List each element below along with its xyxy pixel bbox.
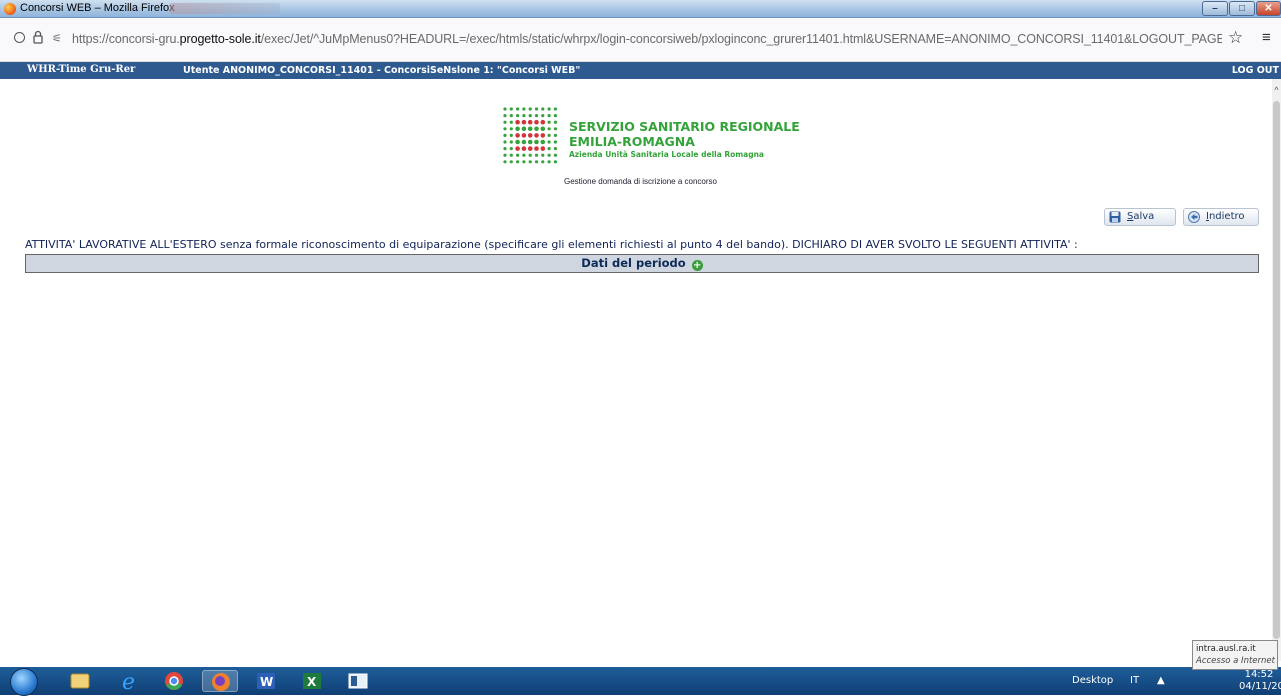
save-button[interactable]: Salva <box>1104 208 1176 226</box>
taskbar-excel-icon[interactable]: X <box>294 670 330 692</box>
start-button[interactable] <box>10 668 38 696</box>
logo-dots-icon <box>503 107 557 164</box>
scroll-up-icon[interactable]: ^ <box>1272 85 1281 95</box>
url-bar[interactable]: https://concorsi-gru.progetto-sole.it/ex… <box>72 32 1222 46</box>
ssr-logo: SERVIZIO SANITARIO REGIONALE EMILIA-ROMA… <box>496 101 800 169</box>
tooltip-line1: intra.ausl.ra.it <box>1196 644 1256 654</box>
logo-line3: Azienda Unità Sanitaria Locale della Rom… <box>569 150 764 159</box>
taskbar-window-icon[interactable] <box>340 670 376 692</box>
vertical-scrollbar[interactable]: ^ <box>1272 79 1281 661</box>
section-description: ATTIVITA' LAVORATIVE ALL'ESTERO senza fo… <box>25 238 1078 251</box>
logo-line2: EMILIA-ROMAGNA <box>569 134 695 149</box>
logo-line1: SERVIZIO SANITARIO REGIONALE <box>569 119 800 134</box>
back-button[interactable]: Indietro <box>1183 208 1259 226</box>
clock-date: 04/11/2022 <box>1239 681 1281 692</box>
url-rest: /exec/Jet/^JuMpMenus0?HEADURL=/exec/html… <box>260 32 1222 46</box>
add-period-icon[interactable]: + <box>691 260 703 271</box>
grid-header: Dati del periodo + <box>26 256 1258 271</box>
url-prefix: https://concorsi-gru. <box>72 32 180 46</box>
clock[interactable]: 14:52 04/11/2022 <box>1239 669 1281 693</box>
save-label: alva <box>1133 211 1155 222</box>
titlebar-ghost-tab <box>170 3 280 14</box>
firefox-icon <box>4 3 16 15</box>
taskbar-firefox-icon[interactable] <box>202 670 238 692</box>
back-arrow-icon <box>1188 211 1200 223</box>
network-tooltip: intra.ausl.ra.it Accesso a Internet <box>1192 640 1278 670</box>
minimize-button[interactable]: – <box>1202 1 1228 16</box>
clock-time: 14:52 <box>1244 669 1274 680</box>
window-titlebar: Concorsi WEB – Mozilla Firefox – □ ✕ <box>0 0 1281 18</box>
tooltip-line2: Accesso a Internet <box>1196 656 1275 666</box>
tracking-shield-icon[interactable] <box>14 32 25 43</box>
bookmark-star-icon[interactable]: ☆ <box>1228 28 1243 48</box>
lock-icon[interactable] <box>33 30 43 45</box>
tray-expand-icon[interactable]: ▲ <box>1157 675 1165 686</box>
floppy-disk-icon <box>1109 211 1121 223</box>
back-label: ndietro <box>1208 211 1245 222</box>
svg-text:X: X <box>307 675 317 689</box>
logout-link[interactable]: LOG OUT <box>1232 65 1279 76</box>
taskbar-explorer-icon[interactable] <box>62 670 98 692</box>
app-header: WHR-Time Gru-Rer Utente ANONIMO_CONCORSI… <box>0 62 1281 79</box>
taskbar-word-icon[interactable]: W <box>248 670 284 692</box>
language-indicator[interactable]: IT <box>1130 675 1139 686</box>
hamburger-menu-icon[interactable]: ≡ <box>1262 29 1271 46</box>
window-title: Concorsi WEB – Mozilla Firefox <box>20 2 175 14</box>
browser-navbar: ⚟ https://concorsi-gru.progetto-sole.it/… <box>0 18 1281 62</box>
close-button[interactable]: ✕ <box>1256 1 1281 16</box>
page-subtitle: Gestione domanda di iscrizione a concors… <box>564 177 717 186</box>
permissions-icon[interactable]: ⚟ <box>52 32 62 45</box>
desktop-toolbar-label[interactable]: Desktop <box>1072 675 1113 686</box>
grid-header-label: Dati del periodo <box>581 256 686 270</box>
svg-text:e: e <box>122 670 135 692</box>
taskbar-chrome-icon[interactable] <box>156 670 192 692</box>
app-brand: WHR-Time Gru-Rer <box>27 64 136 75</box>
windows-taskbar: e W X Desktop IT ▲ 14:52 04/11/2022 <box>0 667 1281 696</box>
url-domain: progetto-sole.it <box>179 32 261 46</box>
svg-text:W: W <box>260 675 273 689</box>
periods-grid: Dati del periodo + <box>25 254 1259 273</box>
maximize-button[interactable]: □ <box>1229 1 1255 16</box>
taskbar-internet-explorer-icon[interactable]: e <box>112 670 148 695</box>
user-session-info: Utente ANONIMO_CONCORSI_11401 - Concorsi… <box>183 65 581 76</box>
